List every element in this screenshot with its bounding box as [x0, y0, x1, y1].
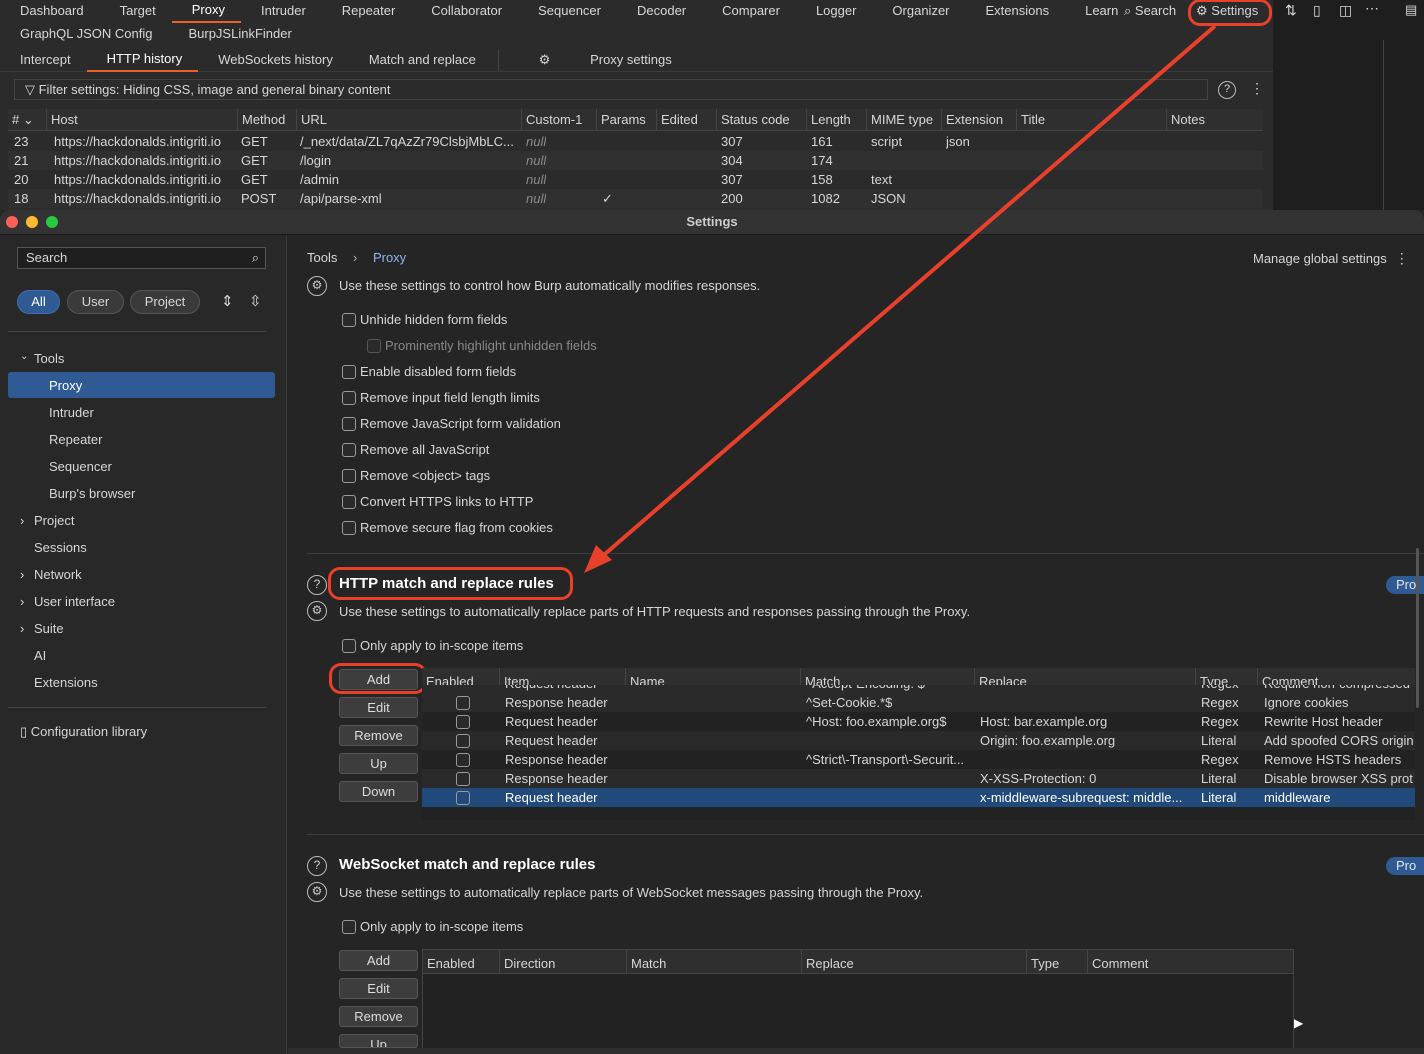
annotation-arrow — [584, 24, 1217, 573]
arrow-line — [596, 24, 1217, 562]
